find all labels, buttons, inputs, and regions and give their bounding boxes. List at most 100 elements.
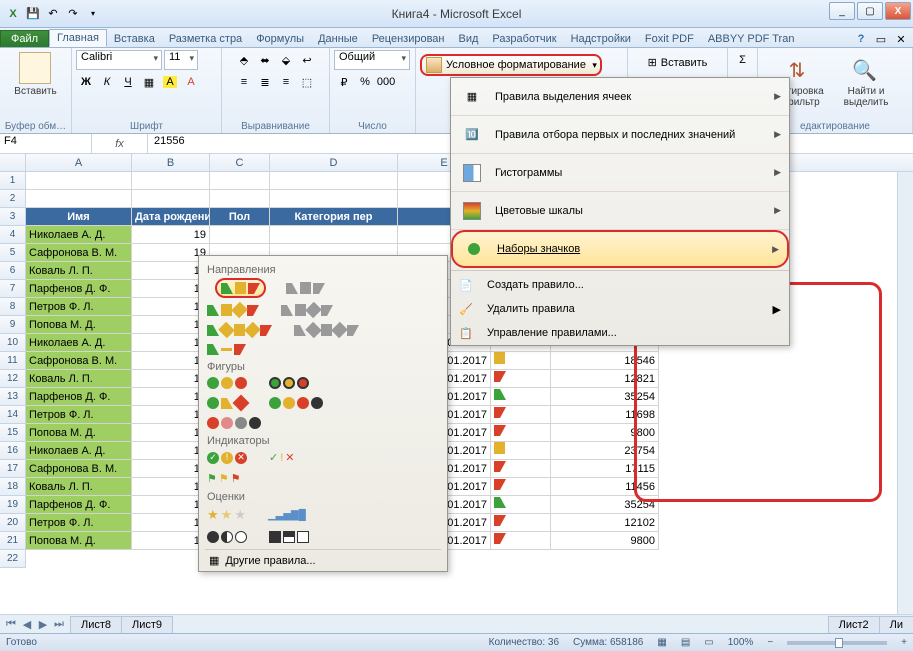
tab-developer[interactable]: Разработчик	[485, 31, 563, 47]
cell[interactable]: 11698	[551, 406, 659, 424]
close-button[interactable]: X	[885, 2, 911, 20]
sheet-nav-next[interactable]: ▶	[36, 618, 50, 631]
cell[interactable]	[26, 172, 132, 190]
tab-insert[interactable]: Вставка	[107, 31, 162, 47]
cell[interactable]	[491, 514, 551, 532]
cell[interactable]: Петров Ф. Л.	[26, 406, 132, 424]
row-header[interactable]: 5	[0, 244, 26, 262]
cell[interactable]: 19	[132, 226, 210, 244]
tab-pagelayout[interactable]: Разметка стра	[162, 31, 249, 47]
cell[interactable]: 23754	[551, 442, 659, 460]
cell[interactable]: Петров Ф. Л.	[26, 298, 132, 316]
fill-color-button[interactable]: A	[160, 72, 180, 92]
cell[interactable]: Петров Ф. Л.	[26, 514, 132, 532]
row-header[interactable]: 12	[0, 370, 26, 388]
iconset-3signs[interactable]	[205, 395, 249, 411]
menu-colorscales[interactable]: Цветовые шкалы ▶	[451, 192, 789, 230]
currency-button[interactable]: ₽	[334, 72, 354, 92]
tab-formulas[interactable]: Формулы	[249, 31, 311, 47]
undo-icon[interactable]: ↶	[44, 5, 62, 23]
iconset-redtoblack[interactable]	[205, 415, 263, 431]
cell[interactable]: 35254	[551, 496, 659, 514]
row-header[interactable]: 13	[0, 388, 26, 406]
cell[interactable]	[491, 478, 551, 496]
sheet-tab[interactable]: Лист2	[828, 616, 880, 633]
gallery-other-rules[interactable]: ▦ Другие правила...	[205, 549, 441, 569]
cell[interactable]: 12102	[551, 514, 659, 532]
cells-insert-label[interactable]: Вставить	[661, 57, 708, 69]
view-normal-icon[interactable]: ▦	[657, 637, 666, 648]
bold-button[interactable]: Ж	[76, 72, 96, 92]
cell[interactable]	[210, 172, 270, 190]
sheet-nav-first[interactable]: ⏮	[4, 618, 18, 631]
row-header[interactable]: 16	[0, 442, 26, 460]
iconset-4arrows-grey[interactable]	[279, 302, 335, 318]
menu-new-rule[interactable]: 📄 Создать правило...	[451, 273, 789, 297]
iconset-5arrows-grey[interactable]	[292, 322, 361, 338]
row-header[interactable]: 18	[0, 478, 26, 496]
excel-icon[interactable]: X	[4, 5, 22, 23]
percent-button[interactable]: %	[355, 72, 375, 92]
cell[interactable]	[491, 532, 551, 550]
tab-review[interactable]: Рецензирован	[365, 31, 452, 47]
row-header[interactable]: 3	[0, 208, 26, 226]
cell[interactable]: Сафронова В. М.	[26, 460, 132, 478]
cell[interactable]: Дата рождения	[132, 208, 210, 226]
cell[interactable]	[491, 442, 551, 460]
row-header[interactable]: 9	[0, 316, 26, 334]
cell[interactable]: 18546	[551, 352, 659, 370]
tab-file[interactable]: Файл	[0, 30, 49, 47]
cell[interactable]	[26, 190, 132, 208]
cell[interactable]	[210, 226, 270, 244]
cell[interactable]	[491, 370, 551, 388]
iconset-3trafficlights-rimmed[interactable]	[267, 375, 311, 391]
cell[interactable]	[132, 172, 210, 190]
iconset-3trafficlights[interactable]	[205, 375, 249, 391]
sheet-nav[interactable]: ⏮ ◀ ▶ ⏭	[0, 618, 70, 631]
iconset-3symbols-circled[interactable]: ✓!✕	[205, 449, 249, 466]
iconset-3flags[interactable]: ⚑⚑⚑	[205, 470, 243, 487]
align-top-button[interactable]: ⬘	[234, 50, 254, 70]
autosum-button[interactable]: Σ	[733, 50, 753, 70]
comma-button[interactable]: 000	[376, 72, 396, 92]
row-header[interactable]: 15	[0, 424, 26, 442]
underline-button[interactable]: Ч	[118, 72, 138, 92]
row-header[interactable]: 20	[0, 514, 26, 532]
cell[interactable]: 12821	[551, 370, 659, 388]
iconset-4arrows-colored[interactable]	[205, 302, 261, 318]
cell[interactable]: Николаев А. Д.	[26, 334, 132, 352]
cell[interactable]	[270, 190, 398, 208]
view-pagebreak-icon[interactable]: ▭	[704, 637, 713, 648]
cell[interactable]	[491, 496, 551, 514]
tab-home[interactable]: Главная	[49, 29, 107, 47]
tab-abbyy[interactable]: ABBYY PDF Tran	[701, 31, 802, 47]
row-header[interactable]: 7	[0, 280, 26, 298]
zoom-level[interactable]: 100%	[728, 637, 754, 648]
row-header[interactable]: 19	[0, 496, 26, 514]
iconset-3triangles[interactable]	[205, 342, 248, 357]
sheet-nav-last[interactable]: ⏭	[52, 618, 66, 631]
cell[interactable]: Попова М. Д.	[26, 316, 132, 334]
menu-databars[interactable]: Гистограммы ▶	[451, 154, 789, 192]
ribbon-minimize-icon[interactable]: ▭	[873, 31, 889, 47]
iconset-3stars[interactable]: ★★★	[205, 505, 248, 525]
align-right-button[interactable]: ≡	[276, 72, 296, 92]
italic-button[interactable]: К	[97, 72, 117, 92]
font-size-combo[interactable]: 11	[164, 50, 198, 70]
cell[interactable]: Коваль Л. П.	[26, 262, 132, 280]
menu-top-bottom[interactable]: 🔟 Правила отбора первых и последних знач…	[451, 116, 789, 154]
cell[interactable]: Парфенов Д. Ф.	[26, 388, 132, 406]
cell[interactable]: 35254	[551, 388, 659, 406]
workbook-close-icon[interactable]: ✕	[893, 31, 909, 47]
cell[interactable]	[491, 352, 551, 370]
fx-icon[interactable]: fx	[92, 134, 148, 153]
sheet-nav-prev[interactable]: ◀	[20, 618, 34, 631]
zoom-slider[interactable]	[787, 641, 887, 645]
row-header[interactable]: 8	[0, 298, 26, 316]
iconset-4trafficlights[interactable]	[267, 395, 325, 411]
iconset-5quarters[interactable]	[205, 529, 249, 545]
paste-button[interactable]: Вставить	[8, 50, 62, 99]
cell[interactable]	[132, 190, 210, 208]
cell[interactable]	[491, 406, 551, 424]
vertical-scrollbar[interactable]	[897, 172, 913, 614]
